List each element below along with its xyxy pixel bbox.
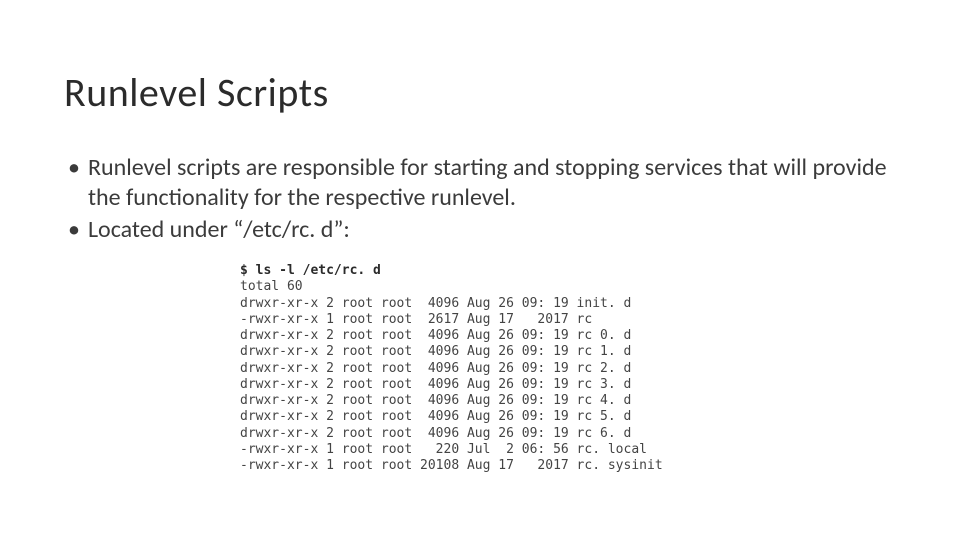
bullet-dot-icon: • — [68, 153, 80, 183]
list-item-text: Runlevel scripts are responsible for sta… — [88, 153, 896, 213]
bullet-dot-icon: • — [68, 215, 80, 245]
terminal-command: $ ls -l /etc/rc. d — [240, 263, 381, 278]
page-title: Runlevel Scripts — [64, 68, 896, 117]
list-item: • Runlevel scripts are responsible for s… — [68, 153, 896, 213]
slide: Runlevel Scripts • Runlevel scripts are … — [0, 0, 960, 540]
terminal-total-line: total 60 — [240, 279, 303, 294]
bullet-list: • Runlevel scripts are responsible for s… — [68, 153, 896, 245]
list-item-text: Located under “/etc/rc. d”: — [88, 215, 896, 245]
terminal-output: $ ls -l /etc/rc. d total 60 drwxr-xr-x 2… — [240, 263, 896, 474]
list-item: • Located under “/etc/rc. d”: — [68, 215, 896, 245]
terminal-listing: drwxr-xr-x 2 root root 4096 Aug 26 09: 1… — [240, 296, 663, 474]
